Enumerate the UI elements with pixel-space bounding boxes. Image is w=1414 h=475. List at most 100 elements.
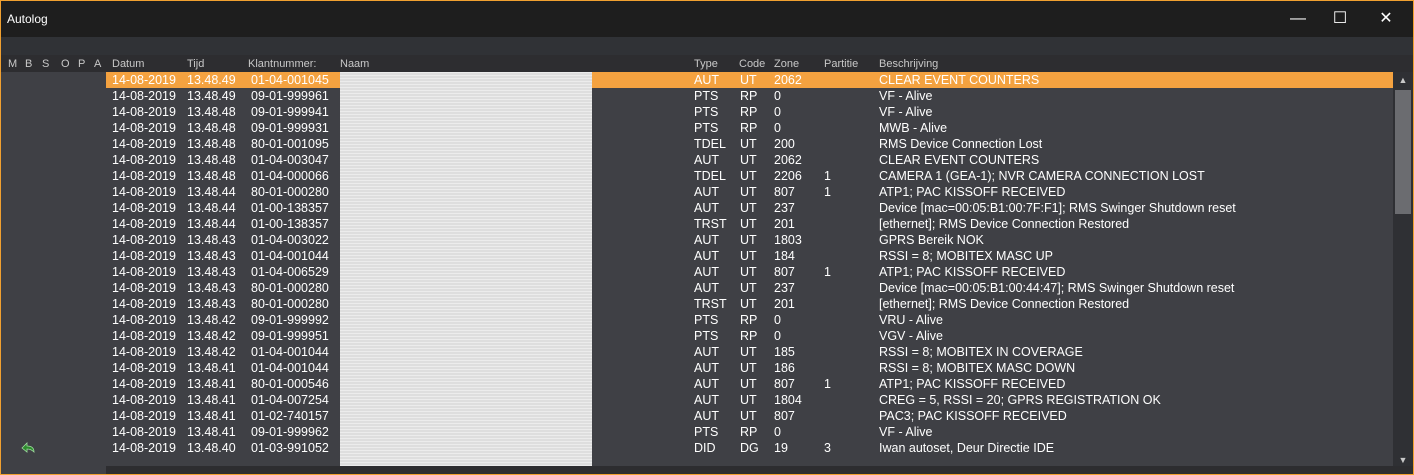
flag-panel xyxy=(1,72,106,474)
table-row[interactable]: 14-08-2019 13.48.49 09-01-999961 PTS RP 0 VF -… xyxy=(106,88,1393,104)
title-bar: Autolog — ☐ ✕ xyxy=(1,1,1413,37)
cell-zone: 807 xyxy=(774,265,795,279)
cell-code: UT xyxy=(740,153,757,167)
cell-datum: 14-08-2019 xyxy=(112,409,176,423)
cell-zone: 0 xyxy=(774,329,781,343)
scrollbar-thumb[interactable] xyxy=(1395,90,1411,214)
vertical-scrollbar[interactable]: ▲ ▼ xyxy=(1393,72,1413,466)
table-row[interactable]: 14-08-2019 13.48.44 01-00-138357 AUT UT 237 De… xyxy=(106,200,1393,216)
cell-zone: 184 xyxy=(774,249,795,263)
scroll-up-arrow-icon[interactable]: ▲ xyxy=(1393,72,1413,88)
cell-klantnummer: 09-01-999941 xyxy=(251,105,329,119)
cell-code: UT xyxy=(740,265,757,279)
table-row[interactable]: 14-08-2019 13.48.41 01-04-001044 AUT UT 186 RS… xyxy=(106,360,1393,376)
table-row[interactable]: 14-08-2019 13.48.44 80-01-000280 AUT UT 807 1 A… xyxy=(106,184,1393,200)
column-beschrijving[interactable]: Beschrijving xyxy=(879,58,938,70)
cell-type: PTS xyxy=(694,121,719,135)
column-flag-b[interactable]: B xyxy=(25,58,32,70)
cell-type: AUT xyxy=(694,73,719,87)
cell-klantnummer: 01-02-740157 xyxy=(251,409,329,423)
column-tijd[interactable]: Tijd xyxy=(187,58,204,70)
cell-klantnummer: 80-01-000546 xyxy=(251,377,329,391)
column-flag-s[interactable]: S xyxy=(42,58,49,70)
column-flag-p[interactable]: P xyxy=(78,58,85,70)
table-row[interactable]: 14-08-2019 13.48.41 01-04-007254 AUT UT 1804 C… xyxy=(106,392,1393,408)
column-flag-o[interactable]: O xyxy=(61,58,70,70)
cell-code: RP xyxy=(740,425,758,439)
cell-datum: 14-08-2019 xyxy=(112,361,176,375)
cell-code: UT xyxy=(740,201,757,215)
table-row[interactable]: 14-08-2019 13.48.42 09-01-999951 PTS RP 0 VGV … xyxy=(106,328,1393,344)
table-row[interactable]: 14-08-2019 13.48.48 01-04-000066 TDEL UT 2206… xyxy=(106,168,1393,184)
column-code[interactable]: Code xyxy=(739,58,765,70)
cell-tijd: 13.48.43 xyxy=(187,249,236,263)
cell-code: RP xyxy=(740,329,758,343)
cell-zone: 237 xyxy=(774,201,795,215)
cell-klantnummer: 01-04-000066 xyxy=(251,169,329,183)
cell-code: RP xyxy=(740,89,758,103)
cell-beschrijving: [ethernet]; RMS Device Connection Restor… xyxy=(879,297,1130,311)
minimize-button[interactable]: — xyxy=(1275,1,1321,37)
cell-tijd: 13.48.48 xyxy=(187,169,236,183)
cell-tijd: 13.48.43 xyxy=(187,297,236,311)
table-row[interactable]: 14-08-2019 13.48.42 01-04-001044 AUT UT 185 RS… xyxy=(106,344,1393,360)
cell-datum: 14-08-2019 xyxy=(112,233,176,247)
column-type[interactable]: Type xyxy=(694,58,718,70)
cell-zone: 2206 xyxy=(774,169,802,183)
cell-code: UT xyxy=(740,297,757,311)
cell-datum: 14-08-2019 xyxy=(112,73,176,87)
table-row[interactable]: 14-08-2019 13.48.40 01-03-991052 DID DG 19 3 Iw… xyxy=(106,440,1393,456)
table-row[interactable]: 14-08-2019 13.48.44 01-00-138357 TRST UT 201 … xyxy=(106,216,1393,232)
redacted-name-column xyxy=(340,72,592,466)
column-header: M B S O P A Datum Tijd Klantnummer: Naam… xyxy=(1,55,1395,72)
table-row[interactable]: 14-08-2019 13.48.43 01-04-006529 AUT UT 807 1 A… xyxy=(106,264,1393,280)
column-klantnummer[interactable]: Klantnummer: xyxy=(248,58,316,70)
cell-zone: 0 xyxy=(774,89,781,103)
table-row[interactable]: 14-08-2019 13.48.49 01-04-001045 AUT UT 2062 C… xyxy=(106,72,1393,88)
table-row[interactable]: 14-08-2019 13.48.43 01-04-001044 AUT UT 184 RS… xyxy=(106,248,1393,264)
table-row[interactable]: 14-08-2019 13.48.48 09-01-999931 PTS RP 0 MWB … xyxy=(106,120,1393,136)
column-flag-a[interactable]: A xyxy=(94,58,101,70)
column-naam[interactable]: Naam xyxy=(340,58,369,70)
cell-type: AUT xyxy=(694,409,719,423)
column-flag-m[interactable]: M xyxy=(8,58,17,70)
table-row[interactable]: 14-08-2019 13.48.42 09-01-999992 PTS RP 0 VRU … xyxy=(106,312,1393,328)
cell-code: RP xyxy=(740,313,758,327)
cell-type: AUT xyxy=(694,265,719,279)
table-row[interactable]: 14-08-2019 13.48.48 80-01-001095 TDEL UT 200 R… xyxy=(106,136,1393,152)
cell-zone: 2062 xyxy=(774,153,802,167)
table-row[interactable]: 14-08-2019 13.48.41 01-02-740157 AUT UT 807 PA… xyxy=(106,408,1393,424)
cell-type: TRST xyxy=(694,217,727,231)
cell-type: PTS xyxy=(694,329,719,343)
undo-arrow-icon[interactable] xyxy=(19,439,37,457)
cell-code: UT xyxy=(740,281,757,295)
scroll-down-arrow-icon[interactable]: ▼ xyxy=(1393,452,1413,468)
cell-zone: 237 xyxy=(774,281,795,295)
cell-beschrijving: VRU - Alive xyxy=(879,313,943,327)
cell-beschrijving: RSSI = 8; MOBITEX MASC DOWN xyxy=(879,361,1076,375)
cell-datum: 14-08-2019 xyxy=(112,89,176,103)
table-row[interactable]: 14-08-2019 13.48.41 80-01-000546 AUT UT 807 1 A… xyxy=(106,376,1393,392)
table-row[interactable]: 14-08-2019 13.48.43 01-04-003022 AUT UT 1803 G… xyxy=(106,232,1393,248)
table-row[interactable]: 14-08-2019 13.48.43 80-01-000280 AUT UT 237 De… xyxy=(106,280,1393,296)
table-row[interactable]: 14-08-2019 13.48.48 01-04-003047 AUT UT 2062 C… xyxy=(106,152,1393,168)
column-zone[interactable]: Zone xyxy=(774,58,799,70)
autolog-window: Autolog — ☐ ✕ M B S O P A Datum Tijd Kla… xyxy=(1,1,1413,474)
table-row[interactable]: 14-08-2019 13.48.41 09-01-999962 PTS RP 0 VF -… xyxy=(106,424,1393,440)
cell-klantnummer: 80-01-000280 xyxy=(251,297,329,311)
table-row[interactable]: 14-08-2019 13.48.43 80-01-000280 TRST UT 201 … xyxy=(106,296,1393,312)
column-partitie[interactable]: Partitie xyxy=(824,58,858,70)
close-button[interactable]: ✕ xyxy=(1363,1,1409,37)
maximize-button[interactable]: ☐ xyxy=(1317,1,1363,37)
cell-tijd: 13.48.43 xyxy=(187,281,236,295)
cell-type: AUT xyxy=(694,153,719,167)
column-datum[interactable]: Datum xyxy=(112,58,144,70)
cell-tijd: 13.48.44 xyxy=(187,201,236,215)
event-log-grid[interactable]: 14-08-2019 13.48.49 01-04-001045 AUT UT 2062 C… xyxy=(106,72,1393,466)
cell-klantnummer: 09-01-999992 xyxy=(251,313,329,327)
cell-code: UT xyxy=(740,73,757,87)
table-row[interactable]: 14-08-2019 13.48.48 09-01-999941 PTS RP 0 VF -… xyxy=(106,104,1393,120)
cell-datum: 14-08-2019 xyxy=(112,425,176,439)
cell-code: UT xyxy=(740,361,757,375)
cell-beschrijving: Device [mac=00:05:B1:00:7F:F1]; RMS Swin… xyxy=(879,201,1236,215)
